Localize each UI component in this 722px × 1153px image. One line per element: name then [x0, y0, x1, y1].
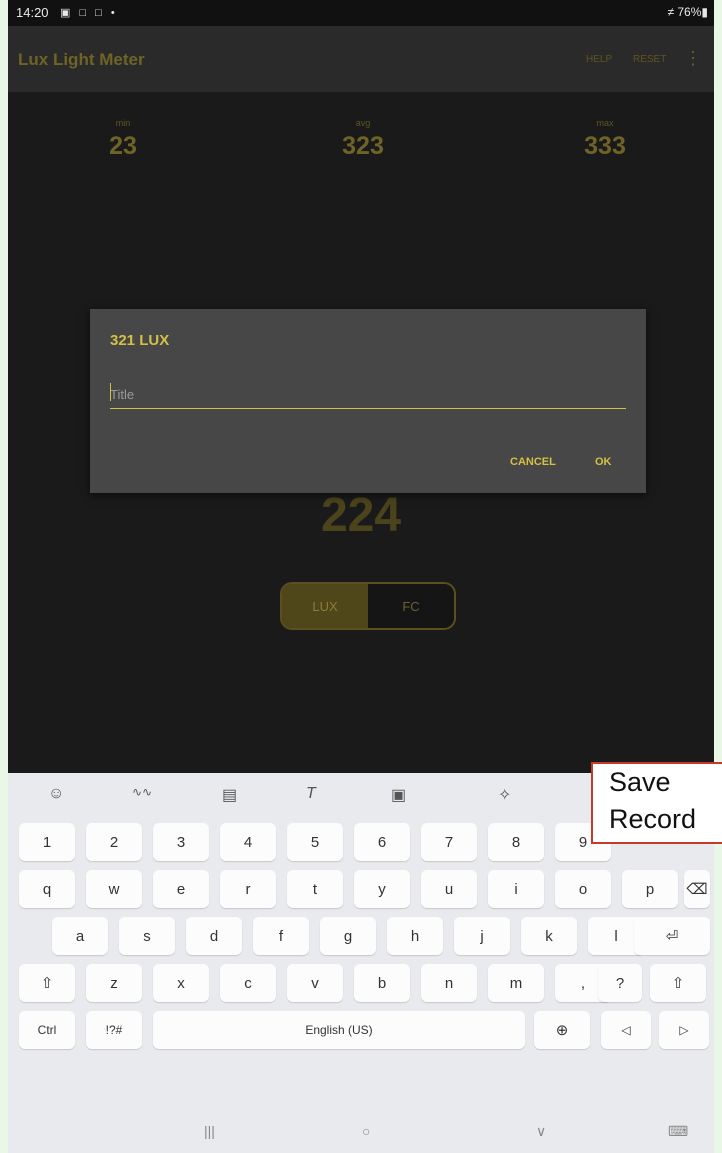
ok-button[interactable]: OK: [595, 456, 612, 468]
key-i[interactable]: i: [488, 870, 544, 908]
max-label: max: [596, 118, 614, 128]
translate-icon[interactable]: ▣: [391, 785, 406, 805]
back-nav-button[interactable]: ∨: [536, 1123, 546, 1140]
unit-toggle: LUX FC: [280, 582, 456, 630]
annotation-line-2: Record: [609, 804, 697, 834]
ctrl-key[interactable]: Ctrl: [19, 1011, 75, 1049]
key-x[interactable]: x: [153, 964, 209, 1002]
dialog-title: 321 LUX: [110, 332, 170, 349]
battery-indicator: ≠ 76%▮: [667, 5, 708, 19]
shift-right-key[interactable]: ⇧: [650, 964, 706, 1002]
key-m[interactable]: m: [488, 964, 544, 1002]
save-record-annotation: Save Record: [591, 762, 722, 844]
min-stat: min 23: [78, 118, 168, 161]
title-input[interactable]: [110, 380, 626, 409]
symbols-key[interactable]: !?#: [86, 1011, 142, 1049]
key-q[interactable]: q: [19, 870, 75, 908]
key-f[interactable]: f: [253, 917, 309, 955]
key-h[interactable]: h: [387, 917, 443, 955]
key-j[interactable]: j: [454, 917, 510, 955]
max-value: 333: [584, 132, 626, 160]
text-style-icon[interactable]: T: [306, 785, 316, 803]
app-title: Lux Light Meter: [18, 50, 145, 69]
key-7[interactable]: 7: [421, 823, 477, 861]
min-label: min: [115, 118, 131, 128]
recents-nav-button[interactable]: |||: [204, 1123, 215, 1139]
navigation-bar: ||| ○ ∨ ⌨: [8, 1113, 714, 1153]
clipboard-icon[interactable]: ▤: [222, 785, 237, 805]
key-r[interactable]: r: [220, 870, 276, 908]
avg-stat: avg 323: [318, 118, 408, 161]
current-lux-reading: 224: [320, 489, 402, 542]
fc-toggle-button[interactable]: FC: [368, 584, 454, 628]
max-stat: max 333: [560, 118, 650, 161]
phone-screen: 14:20 ▣ □ □ • ≠ 76%▮ Lux Light Meter HEL…: [8, 0, 714, 1153]
home-nav-button[interactable]: ○: [362, 1123, 370, 1139]
cursor-right-key[interactable]: ▷: [659, 1011, 709, 1049]
cursor-move-icon[interactable]: ✧: [498, 785, 511, 805]
key-s[interactable]: s: [119, 917, 175, 955]
annotation-line-1: Save: [609, 767, 671, 797]
key-w[interactable]: w: [86, 870, 142, 908]
key-t[interactable]: t: [287, 870, 343, 908]
min-value: 23: [109, 132, 137, 160]
shift-left-key[interactable]: ⇧: [19, 964, 75, 1002]
key-3[interactable]: 3: [153, 823, 209, 861]
reset-button[interactable]: RESET: [633, 54, 666, 65]
avg-label: avg: [355, 118, 371, 128]
avg-value: 323: [342, 132, 384, 160]
app-bar: Lux Light Meter HELP RESET ⋮: [8, 26, 714, 92]
status-bar: 14:20 ▣ □ □ • ≠ 76%▮: [8, 0, 714, 26]
status-time: 14:20: [16, 5, 49, 20]
key-8[interactable]: 8: [488, 823, 544, 861]
key-4[interactable]: 4: [220, 823, 276, 861]
cursor-left-key[interactable]: ◁: [601, 1011, 651, 1049]
handwriting-icon[interactable]: ∿∿: [132, 785, 152, 799]
text-cursor: [110, 383, 111, 401]
lux-toggle-button[interactable]: LUX: [282, 584, 368, 628]
help-button[interactable]: HELP: [586, 54, 612, 65]
key-question[interactable]: ?: [598, 964, 642, 1002]
key-b[interactable]: b: [354, 964, 410, 1002]
key-c[interactable]: c: [220, 964, 276, 1002]
emoji-icon[interactable]: ☺: [48, 785, 64, 803]
notification-icons: ▣ □ □ •: [60, 7, 118, 19]
key-u[interactable]: u: [421, 870, 477, 908]
key-k[interactable]: k: [521, 917, 577, 955]
key-g[interactable]: g: [320, 917, 376, 955]
cancel-button[interactable]: CANCEL: [510, 456, 556, 468]
key-1[interactable]: 1: [19, 823, 75, 861]
key-n[interactable]: n: [421, 964, 477, 1002]
backspace-key[interactable]: ⌫: [684, 870, 710, 908]
language-globe-key[interactable]: ⊕: [534, 1011, 590, 1049]
key-e[interactable]: e: [153, 870, 209, 908]
space-key[interactable]: English (US): [153, 1011, 525, 1049]
key-d[interactable]: d: [186, 917, 242, 955]
enter-key[interactable]: ⏎: [634, 917, 710, 955]
key-o[interactable]: o: [555, 870, 611, 908]
key-a[interactable]: a: [52, 917, 108, 955]
key-6[interactable]: 6: [354, 823, 410, 861]
key-2[interactable]: 2: [86, 823, 142, 861]
key-y[interactable]: y: [354, 870, 410, 908]
key-v[interactable]: v: [287, 964, 343, 1002]
key-z[interactable]: z: [86, 964, 142, 1002]
overflow-menu-icon[interactable]: ⋮: [684, 48, 702, 69]
key-p[interactable]: p: [622, 870, 678, 908]
save-record-dialog: 321 LUX CANCEL OK: [90, 309, 646, 493]
keyboard-hide-icon[interactable]: ⌨: [668, 1123, 688, 1140]
key-5[interactable]: 5: [287, 823, 343, 861]
